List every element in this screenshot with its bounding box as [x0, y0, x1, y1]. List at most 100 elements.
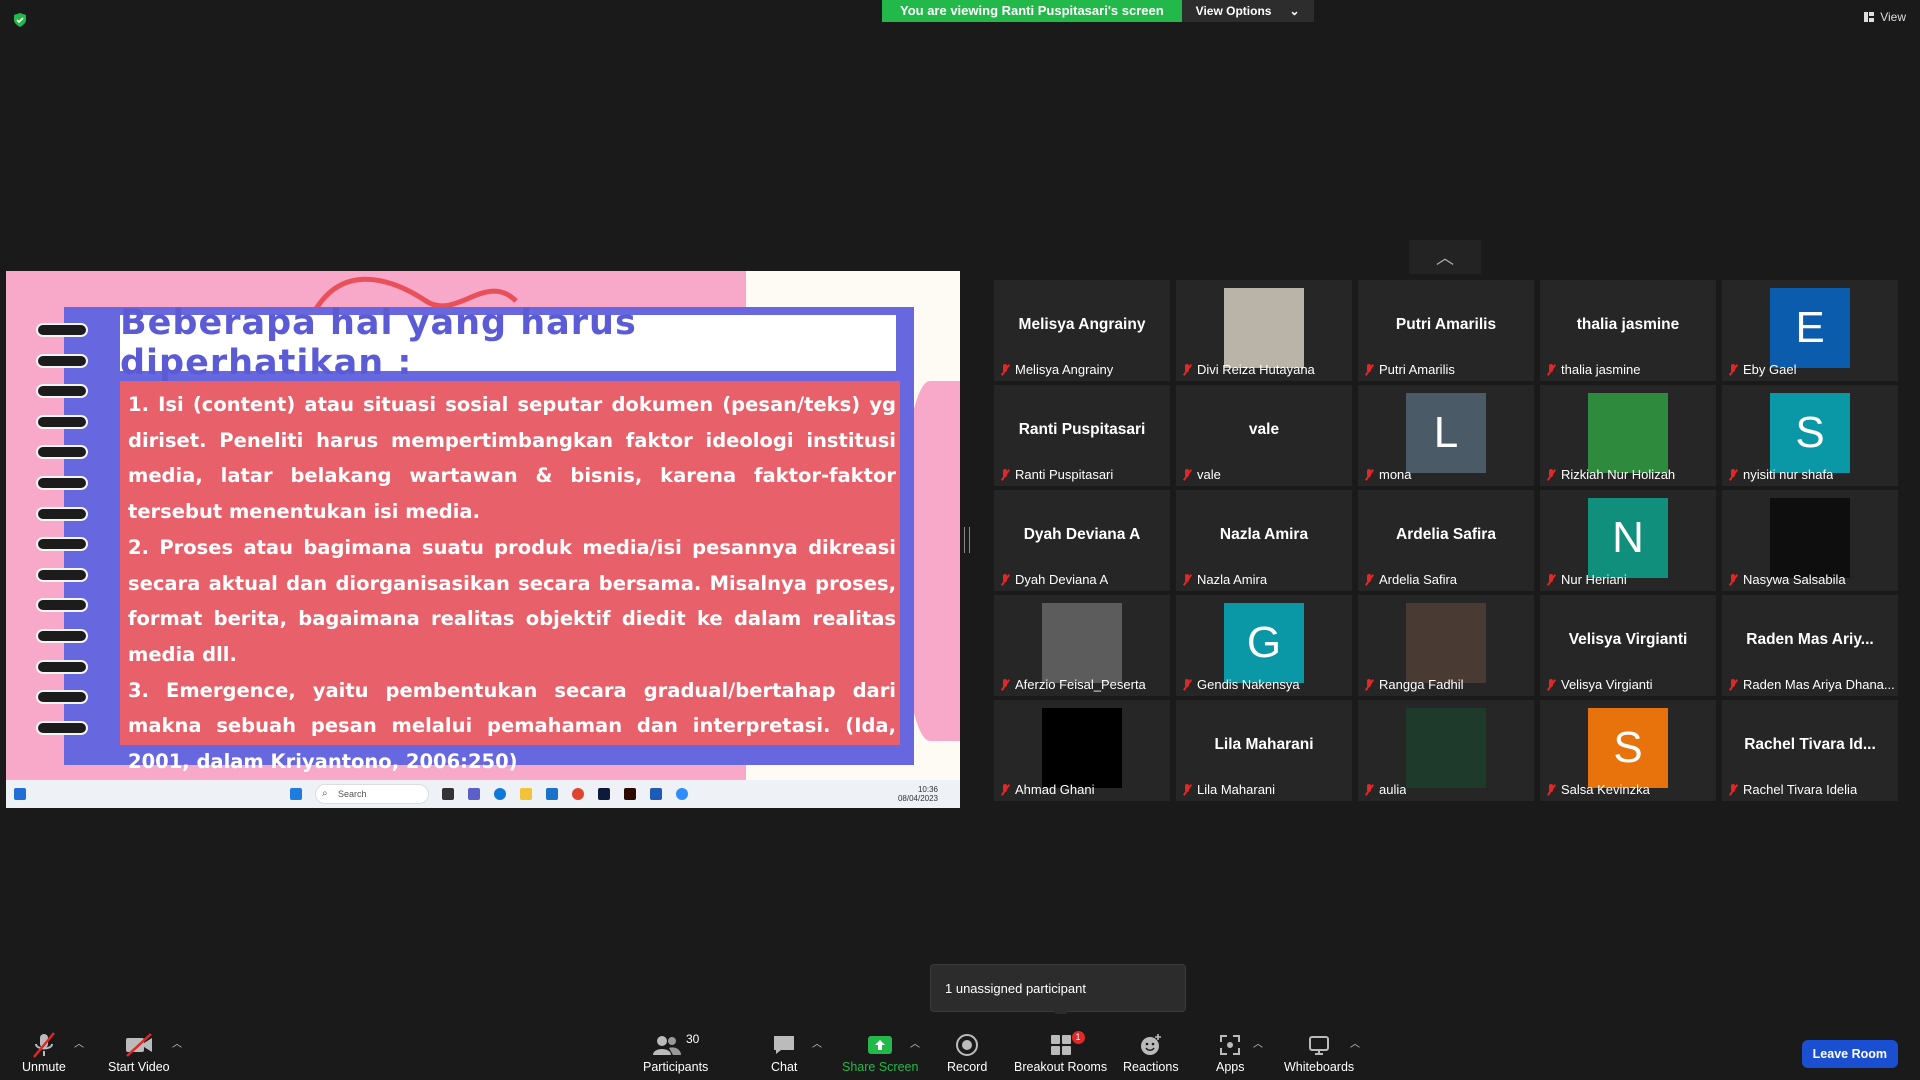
- mic-muted-icon: [1546, 783, 1556, 796]
- participant-name-bar: Melisya Angrainy: [1000, 362, 1113, 377]
- participant-name-bar: Gendis Nakensya: [1182, 677, 1300, 692]
- participant-name: Putri Amarilis: [1379, 362, 1455, 377]
- participant-name-bar: nyisiti nur shafa: [1728, 467, 1833, 482]
- resize-handle[interactable]: [964, 527, 970, 553]
- unassigned-tooltip: 1 unassigned participant: [930, 964, 1186, 1019]
- participant-name: Lila Maharani: [1197, 782, 1276, 797]
- participant-video-thumbnail: [1406, 603, 1486, 683]
- view-button[interactable]: View: [1864, 10, 1906, 24]
- chat-label: Chat: [771, 1060, 798, 1074]
- whiteboard-icon: [1309, 1036, 1330, 1055]
- audio-options-caret-icon[interactable]: ︿: [74, 1035, 84, 1050]
- slide-title: Beberapa hal yang harus diperhatikan :: [120, 303, 637, 383]
- apps-options-caret-icon[interactable]: ︿: [1253, 1035, 1263, 1050]
- widgets-icon: [14, 788, 26, 800]
- view-options-button[interactable]: View Options ⌄: [1181, 0, 1314, 22]
- collapse-gallery-button[interactable]: ︿: [1409, 240, 1481, 274]
- participants-button[interactable]: 30 Participants: [643, 1030, 708, 1074]
- participant-display-name: Ranti Puspitasari: [1018, 421, 1146, 438]
- participant-tile[interactable]: Dyah Deviana A Dyah Deviana A: [994, 490, 1170, 591]
- participant-tile[interactable]: Lmona: [1358, 385, 1534, 486]
- participant-name: Nazla Amira: [1197, 572, 1268, 587]
- taskbar-search-label: Search: [338, 789, 367, 799]
- security-shield-icon[interactable]: [12, 12, 28, 28]
- share-screen-button[interactable]: Share Screen: [842, 1030, 918, 1074]
- participant-tile[interactable]: E Eby Gael: [1722, 280, 1898, 381]
- participant-tile[interactable]: Ahmad Ghani: [994, 700, 1170, 801]
- share-options-caret-icon[interactable]: ︿: [910, 1035, 920, 1050]
- participant-tile[interactable]: S Salsa Kevinzka: [1540, 700, 1716, 801]
- participant-name: Melisya Angrainy: [1015, 362, 1114, 377]
- apps-label: Apps: [1216, 1060, 1245, 1074]
- participant-name: Aferzio Feisal_Peserta: [1015, 677, 1146, 692]
- chrome-icon: [572, 788, 584, 800]
- participant-tile[interactable]: Rachel Tivara Id... Rachel Tivara Idelia: [1722, 700, 1898, 801]
- participant-tile[interactable]: Ardelia Safira Ardelia Safira: [1358, 490, 1534, 591]
- participant-tile[interactable]: N Nur Heriani: [1540, 490, 1716, 591]
- participant-tile[interactable]: Melisya Angrainy Melisya Angrainy: [994, 280, 1170, 381]
- participant-tile[interactable]: Ranti Puspitasari Ranti Puspitasari: [994, 385, 1170, 486]
- breakout-rooms-button[interactable]: 1 Breakout Rooms: [1014, 1030, 1107, 1074]
- participant-name-bar: Aferzio Feisal_Peserta: [1000, 677, 1146, 692]
- participant-video-thumbnail: [1042, 603, 1122, 683]
- chat-button[interactable]: Chat: [771, 1030, 797, 1074]
- participant-name: Gendis Nakensya: [1197, 677, 1300, 692]
- participant-name: Dyah Deviana A: [1015, 572, 1109, 587]
- record-icon: [956, 1034, 979, 1056]
- participant-name: Nasywa Salsabila: [1743, 572, 1846, 587]
- participant-display-name: Ardelia Safira: [1396, 526, 1496, 543]
- unmute-button[interactable]: Unmute: [22, 1030, 66, 1074]
- participant-tile[interactable]: Lila Maharani Lila Maharani: [1176, 700, 1352, 801]
- participant-tile[interactable]: Raden Mas Ariy... Raden Mas Ariya Dhana..…: [1722, 595, 1898, 696]
- teams-icon: [468, 788, 480, 800]
- mic-muted-icon: [1000, 573, 1010, 586]
- record-button[interactable]: Record: [947, 1030, 987, 1074]
- participant-tile[interactable]: Nazla Amira Nazla Amira: [1176, 490, 1352, 591]
- participant-display-name: Nazla Amira: [1219, 526, 1309, 543]
- participant-tile[interactable]: Velisya Virgianti Velisya Virgianti: [1540, 595, 1716, 696]
- participant-name: Divi Reiza Hutayana: [1197, 362, 1315, 377]
- participant-display-name: Raden Mas Ariy...: [1746, 631, 1874, 648]
- whiteboards-button[interactable]: Whiteboards: [1284, 1030, 1354, 1074]
- participant-tile[interactable]: Divi Reiza Hutayana: [1176, 280, 1352, 381]
- chat-options-caret-icon[interactable]: ︿: [812, 1035, 822, 1050]
- video-options-caret-icon[interactable]: ︿: [172, 1035, 182, 1050]
- mic-muted-icon: [1546, 468, 1556, 481]
- avatar: G: [1224, 603, 1304, 683]
- participant-tile[interactable]: Snyisiti nur shafa: [1722, 385, 1898, 486]
- participant-name: Nur Heriani: [1561, 572, 1627, 587]
- participant-gallery: Melisya Angrainy Melisya Angrainy Divi Rei…: [994, 280, 1898, 801]
- chevron-up-icon: ︿: [1436, 248, 1454, 268]
- notebook-rings: [36, 323, 96, 751]
- participant-display-name: Lila Maharani: [1214, 736, 1314, 753]
- whiteboards-options-caret-icon[interactable]: ︿: [1350, 1035, 1360, 1050]
- chat-icon: [774, 1036, 795, 1054]
- share-screen-icon: [868, 1036, 893, 1054]
- participant-name-bar: vale: [1182, 467, 1221, 482]
- participant-name-bar: Nur Heriani: [1546, 572, 1627, 587]
- participant-display-name: thalia jasmine: [1576, 316, 1680, 333]
- participant-tile[interactable]: aulia: [1358, 700, 1534, 801]
- illustrator-icon: [624, 788, 636, 800]
- reactions-icon: [1140, 1034, 1161, 1055]
- photoshop-icon: [598, 788, 610, 800]
- leave-room-button[interactable]: Leave Room: [1801, 1040, 1898, 1068]
- participant-tile[interactable]: vale vale: [1176, 385, 1352, 486]
- participant-tile[interactable]: Putri Amarilis Putri Amarilis: [1358, 280, 1534, 381]
- participant-tile[interactable]: Nasywa Salsabila: [1722, 490, 1898, 591]
- participants-count: 30: [685, 1032, 700, 1046]
- start-video-button[interactable]: Start Video: [108, 1030, 170, 1074]
- shared-screen[interactable]: Beberapa hal yang harus diperhatikan : 1…: [6, 271, 960, 808]
- apps-button[interactable]: Apps: [1216, 1030, 1245, 1074]
- mic-muted-icon: [1000, 783, 1010, 796]
- participant-video-thumbnail: [1224, 288, 1304, 368]
- participant-tile[interactable]: Rangga Fadhil: [1358, 595, 1534, 696]
- participant-tile[interactable]: Aferzio Feisal_Peserta: [994, 595, 1170, 696]
- participant-tile[interactable]: Rizkiah Nur Holizah: [1540, 385, 1716, 486]
- mic-muted-icon: [1182, 783, 1192, 796]
- participant-tile[interactable]: thalia jasmine thalia jasmine: [1540, 280, 1716, 381]
- reactions-button[interactable]: Reactions: [1123, 1030, 1179, 1074]
- participant-name-bar: Rachel Tivara Idelia: [1728, 782, 1857, 797]
- mic-muted-icon: [1728, 363, 1738, 376]
- participant-tile[interactable]: G Gendis Nakensya: [1176, 595, 1352, 696]
